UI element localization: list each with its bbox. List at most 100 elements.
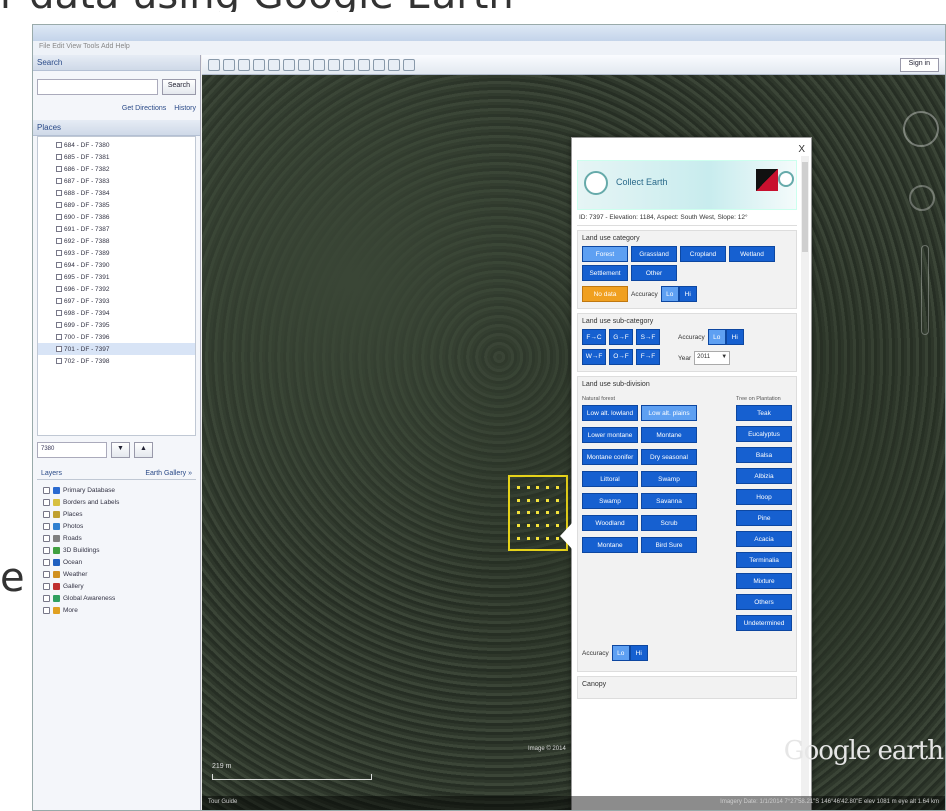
tour-icon[interactable] <box>283 58 295 71</box>
history-link[interactable]: History <box>174 105 196 112</box>
year-select[interactable]: 2011 ▼ <box>694 351 731 365</box>
checkbox[interactable] <box>43 558 50 566</box>
place-item[interactable]: 698 - DF - 7394 <box>38 307 195 319</box>
layer-item[interactable]: Photos <box>33 520 200 532</box>
layer-item[interactable]: Global Awareness <box>33 592 200 604</box>
planet-icon[interactable] <box>328 58 340 71</box>
sub-category-button[interactable]: W→F <box>582 348 606 365</box>
checkbox[interactable] <box>56 286 62 292</box>
layer-item[interactable]: Primary Database <box>33 484 200 496</box>
no-data-button[interactable]: No data <box>582 286 628 302</box>
land-use-button[interactable]: Wetland <box>729 246 775 262</box>
email-icon[interactable] <box>358 58 370 71</box>
scrollbar-thumb[interactable] <box>802 162 808 252</box>
land-use-button[interactable]: Other <box>631 265 677 281</box>
natural-forest-button[interactable]: Swamp <box>641 471 697 487</box>
natural-forest-button[interactable]: Swamp <box>582 493 638 509</box>
place-item[interactable]: 687 - DF - 7383 <box>38 175 195 187</box>
natural-forest-button[interactable]: Savanna <box>641 493 697 509</box>
hide-sidebar-icon[interactable] <box>208 58 220 71</box>
save-image-icon[interactable] <box>388 58 400 71</box>
checkbox[interactable] <box>56 346 62 352</box>
plantation-button[interactable]: Terminalia <box>736 552 792 568</box>
accuracy-lo-button[interactable]: Lo <box>611 645 630 661</box>
map-view[interactable]: X Collect Earth ID: 7397 - Elevation: 11… <box>202 55 945 810</box>
layers-title[interactable]: Layers <box>41 470 62 477</box>
place-item[interactable]: 692 - DF - 7388 <box>38 235 195 247</box>
place-item[interactable]: 693 - DF - 7389 <box>38 247 195 259</box>
accuracy-lo-button[interactable]: Lo <box>660 286 679 302</box>
search-input[interactable] <box>37 79 158 95</box>
plantation-button[interactable]: Mixture <box>736 573 792 589</box>
plantation-button[interactable]: Others <box>736 594 792 610</box>
checkbox[interactable] <box>56 250 62 256</box>
print-icon[interactable] <box>373 58 385 71</box>
sub-category-button[interactable]: S→F <box>636 329 660 345</box>
checkbox[interactable] <box>43 510 50 518</box>
plantation-button[interactable]: Albizia <box>736 468 792 484</box>
accuracy-hi-button[interactable]: Hi <box>629 645 648 661</box>
layer-item[interactable]: Roads <box>33 532 200 544</box>
checkbox[interactable] <box>56 154 62 160</box>
place-item[interactable]: 695 - DF - 7391 <box>38 271 195 283</box>
layer-item[interactable]: 3D Buildings <box>33 544 200 556</box>
checkbox[interactable] <box>56 298 62 304</box>
polygon-icon[interactable] <box>238 58 250 71</box>
path-icon[interactable] <box>253 58 265 71</box>
places-nav-input[interactable]: 7380 <box>37 442 107 458</box>
checkbox[interactable] <box>56 190 62 196</box>
close-icon[interactable]: X <box>798 144 805 155</box>
layer-item[interactable]: Weather <box>33 568 200 580</box>
plantation-button[interactable]: Eucalyptus <box>736 426 792 442</box>
sub-category-button[interactable]: O→F <box>609 348 633 365</box>
place-item[interactable]: 696 - DF - 7392 <box>38 283 195 295</box>
checkbox[interactable] <box>56 358 62 364</box>
plantation-button[interactable]: Pine <box>736 510 792 526</box>
sub-category-button[interactable]: F→F <box>636 348 660 365</box>
checkbox[interactable] <box>43 582 50 590</box>
checkbox[interactable] <box>56 226 62 232</box>
checkbox[interactable] <box>43 546 50 554</box>
layer-item[interactable]: More <box>33 604 200 616</box>
natural-forest-button[interactable]: Woodland <box>582 515 638 531</box>
maps-icon[interactable] <box>403 58 415 71</box>
plantation-button[interactable]: Balsa <box>736 447 792 463</box>
placemark-icon[interactable] <box>223 58 235 71</box>
checkbox[interactable] <box>43 498 50 506</box>
checkbox[interactable] <box>56 238 62 244</box>
nav-down-button[interactable]: ▼ <box>111 442 130 458</box>
checkbox[interactable] <box>43 486 50 494</box>
plantation-button[interactable]: Undetermined <box>736 615 792 631</box>
place-item[interactable]: 694 - DF - 7390 <box>38 259 195 271</box>
search-button[interactable]: Search <box>161 79 196 95</box>
natural-forest-button[interactable]: Montane <box>582 537 638 553</box>
natural-forest-button[interactable]: Scrub <box>641 515 697 531</box>
historical-imagery-icon[interactable] <box>298 58 310 71</box>
place-item[interactable]: 699 - DF - 7395 <box>38 319 195 331</box>
tour-guide-label[interactable]: Tour Guide <box>208 799 237 807</box>
accuracy-lo-button[interactable]: Lo <box>707 329 726 345</box>
natural-forest-button[interactable]: Montane conifer <box>582 449 638 465</box>
layer-item[interactable]: Gallery <box>33 580 200 592</box>
accuracy-hi-button[interactable]: Hi <box>725 329 744 345</box>
compass-icon[interactable] <box>903 111 939 147</box>
sub-category-button[interactable]: G→F <box>609 329 633 345</box>
sign-in-button[interactable]: Sign in <box>899 58 939 72</box>
zoom-slider[interactable] <box>921 245 929 335</box>
overlay-icon[interactable] <box>268 58 280 71</box>
ruler-icon[interactable] <box>343 58 355 71</box>
place-item[interactable]: 688 - DF - 7384 <box>38 187 195 199</box>
search-panel-header[interactable]: Search <box>33 55 200 71</box>
plantation-button[interactable]: Acacia <box>736 531 792 547</box>
place-item[interactable]: 697 - DF - 7393 <box>38 295 195 307</box>
place-item[interactable]: 701 - DF - 7397 <box>38 343 195 355</box>
checkbox[interactable] <box>56 202 62 208</box>
checkbox[interactable] <box>56 166 62 172</box>
places-panel-header[interactable]: Places <box>33 120 200 136</box>
natural-forest-button[interactable]: Low alt. plains <box>641 405 697 421</box>
look-control-icon[interactable] <box>909 185 935 211</box>
sample-plot-grid[interactable] <box>508 475 568 551</box>
checkbox[interactable] <box>56 214 62 220</box>
places-list[interactable]: 684 - DF - 7380 685 - DF - 7381 686 - DF -… <box>37 136 196 436</box>
checkbox[interactable] <box>43 606 50 614</box>
